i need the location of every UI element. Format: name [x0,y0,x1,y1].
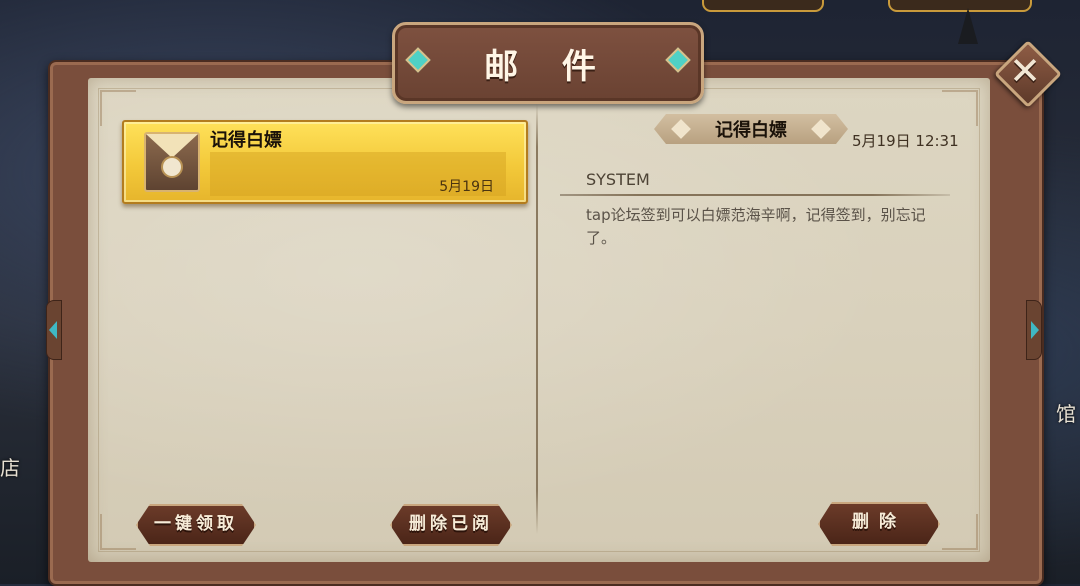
close-button[interactable]: ✕ [994,40,1062,108]
page-title: 邮 件 [484,47,612,87]
background-shop-label[interactable]: 店 [0,452,20,481]
detail-sender: SYSTEM [586,170,650,189]
delete-read-button[interactable]: 删除已阅 [390,504,512,546]
background-spire [958,8,978,44]
mail-item-subject: 记得白嫖 [210,130,282,151]
close-icon: ✕ [1009,49,1041,93]
mail-item-date: 5月19日 [439,179,494,195]
pane-divider [536,104,538,534]
corner-ornament [942,514,978,550]
corner-ornament [942,90,978,126]
detail-subject: 记得白嫖 [715,120,787,141]
corner-ornament [100,514,136,550]
delete-button[interactable]: 删除 [818,502,940,546]
detail-timestamp: 5月19日 12:31 [852,132,959,150]
arrow-right-icon [1026,300,1042,360]
envelope-icon [144,132,200,192]
claim-all-button[interactable]: 一键领取 [136,504,256,546]
envelope-seal [161,156,183,178]
background-hall-label[interactable]: 馆 [1056,398,1076,427]
envelope-flap [146,134,198,158]
detail-body: tap论坛签到可以白嫖范海辛啊，记得签到，别忘记了。 [586,206,926,247]
title-plate: 邮 件 [392,22,704,104]
arrow-left-icon [46,300,62,360]
mail-list-item[interactable]: 记得白嫖 5月19日 [122,120,528,204]
resource-bar-left [702,0,824,12]
sender-divider [560,194,950,196]
